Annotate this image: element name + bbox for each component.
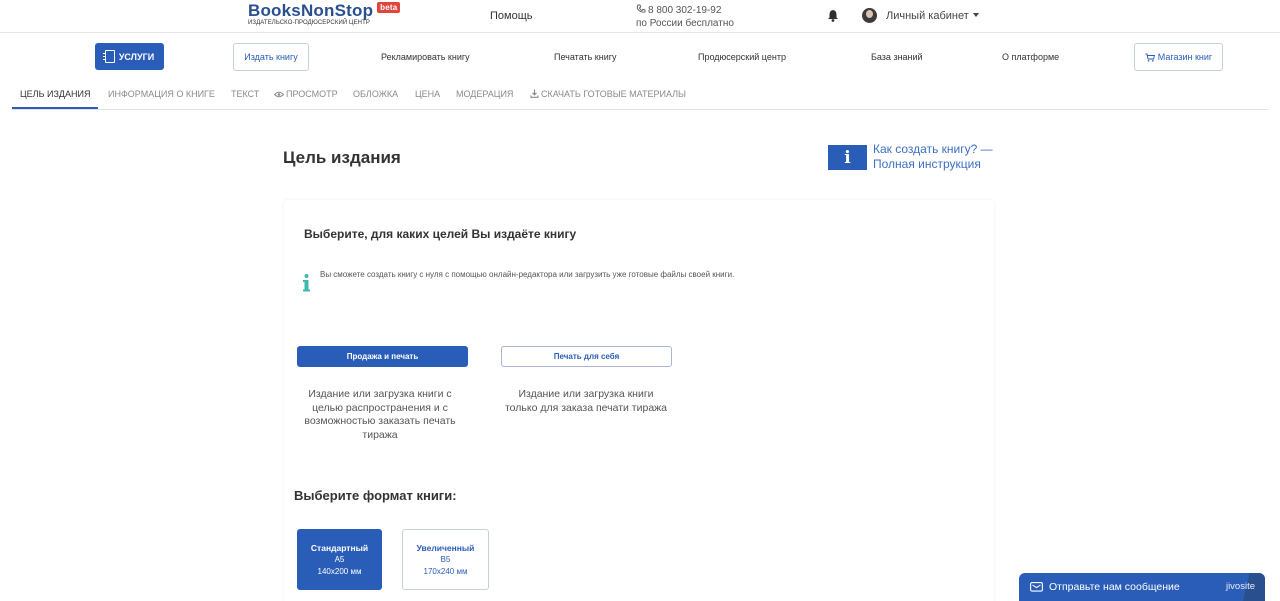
tab-preview-label: ПРОСМОТР — [286, 89, 338, 99]
chat-widget[interactable]: Отправьте нам сообщение jivosite — [1019, 573, 1265, 601]
format-code: B5 — [440, 554, 451, 564]
goal-heading: Выберите, для каких целей Вы издаёте кни… — [304, 227, 577, 241]
chevron-down-icon — [972, 13, 979, 17]
services-label: УСЛУГИ — [118, 51, 155, 62]
page-title: Цель издания — [283, 148, 401, 167]
goal-sale-description: Издание или загрузка книги с целью распр… — [297, 388, 463, 442]
tab-download-label: СКАЧАТЬ ГОТОВЫЕ МАТЕРИАЛЫ — [541, 89, 687, 99]
phone-note: по России бесплатно — [636, 18, 734, 29]
tab-text[interactable]: ТЕКСТ — [231, 89, 259, 99]
tab-download[interactable]: СКАЧАТЬ ГОТОВЫЕ МАТЕРИАЛЫ — [530, 89, 686, 99]
active-tab-indicator — [12, 107, 98, 109]
instruction-link-line2: Полная инструкция — [873, 157, 981, 171]
nav-print-book[interactable]: Печатать книгу — [554, 52, 617, 62]
nav-publish-book[interactable]: Издать книгу — [233, 43, 309, 71]
chat-label: Отправьте нам сообщение — [1049, 581, 1180, 593]
download-icon — [530, 89, 539, 98]
chat-brand: jivosite — [1225, 581, 1255, 592]
format-option-a5[interactable]: Стандартный A5 140x200 мм — [297, 529, 382, 590]
goal-self-print-button[interactable]: Печать для себя — [501, 346, 672, 367]
format-name: Увеличенный — [416, 542, 475, 553]
info-icon: i — [828, 145, 867, 170]
tab-moderation[interactable]: МОДЕРАЦИЯ — [456, 89, 513, 99]
book-shop-label: Магазин книг — [1157, 52, 1213, 62]
help-link[interactable]: Помощь — [490, 10, 533, 22]
tab-goal[interactable]: ЦЕЛЬ ИЗДАНИЯ — [20, 89, 90, 99]
nav-producer-center[interactable]: Продюсерский центр — [698, 52, 786, 62]
goal-sale-desc-line: возможностью заказать печать — [304, 415, 456, 427]
notebook-icon — [102, 50, 115, 63]
tab-book-info[interactable]: ИНФОРМАЦИЯ О КНИГЕ — [108, 89, 215, 99]
logo[interactable]: BooksNonStop beta издательско-продюсерски… — [248, 1, 401, 26]
bell-icon[interactable] — [827, 9, 839, 22]
goal-sale-desc-line: целью распространения и с — [312, 401, 448, 414]
logo-text: BooksNonStop — [248, 1, 374, 20]
phone-block: 8 800 302-19-92 по России бесплатно — [636, 4, 734, 30]
top-bar: BooksNonStop beta издательско-продюсерски… — [0, 0, 1280, 33]
phone-number[interactable]: 8 800 302-19-92 — [648, 5, 721, 16]
step-tabs: ЦЕЛЬ ИЗДАНИЯ ИНФОРМАЦИЯ О КНИГЕ ТЕКСТ ПР… — [12, 81, 1268, 110]
format-option-b5[interactable]: Увеличенный B5 170x240 мм — [402, 529, 489, 590]
format-size: 140x200 мм — [317, 566, 362, 576]
cabinet-menu[interactable]: Личный кабинет — [886, 10, 979, 22]
goal-self-description: Издание или загрузка книги только для за… — [496, 388, 676, 415]
beta-badge: beta — [377, 2, 401, 13]
phone-icon — [636, 4, 646, 13]
instruction-link[interactable]: Как создать книгу? — Полная инструкция — [873, 142, 1013, 172]
logo-subtitle: издательско-продюсерский центр — [248, 20, 370, 26]
format-name: Стандартный — [310, 542, 369, 553]
format-heading: Выберите формат книги: — [294, 488, 457, 503]
nav-knowledge-base[interactable]: База знаний — [871, 52, 923, 62]
tab-preview[interactable]: ПРОСМОТР — [274, 89, 338, 99]
main-nav: УСЛУГИ Издать книгу Рекламировать книгу … — [0, 33, 1280, 80]
services-button[interactable]: УСЛУГИ — [95, 43, 164, 70]
avatar[interactable] — [862, 8, 877, 23]
tab-cover[interactable]: ОБЛОЖКА — [353, 89, 398, 99]
hint-text: Вы сможете создать книгу с нуля с помощь… — [320, 270, 735, 279]
cart-icon — [1145, 53, 1155, 62]
goal-sale-button[interactable]: Продажа и печать — [297, 346, 468, 367]
goal-sale-desc-line: Издание или загрузка книги с — [308, 388, 452, 400]
goal-sale-desc-line: тиража — [362, 428, 398, 441]
goal-self-desc-line: Издание или загрузка книги — [518, 388, 654, 400]
nav-about-platform[interactable]: О платформе — [1002, 52, 1059, 62]
instruction-link-line1: Как создать книгу? — — [873, 142, 993, 156]
format-code: A5 — [334, 554, 345, 564]
format-size: 170x240 мм — [423, 566, 468, 576]
nav-advertise-book[interactable]: Рекламировать книгу — [381, 52, 470, 62]
nav-book-shop[interactable]: Магазин книг — [1134, 43, 1223, 71]
eye-icon — [274, 91, 284, 98]
tab-price[interactable]: ЦЕНА — [415, 89, 440, 99]
goal-self-desc-line: только для заказа печати тиража — [504, 401, 668, 414]
cabinet-label: Личный кабинет — [886, 10, 969, 22]
message-icon — [1030, 581, 1043, 592]
info-hint-icon — [303, 274, 310, 292]
